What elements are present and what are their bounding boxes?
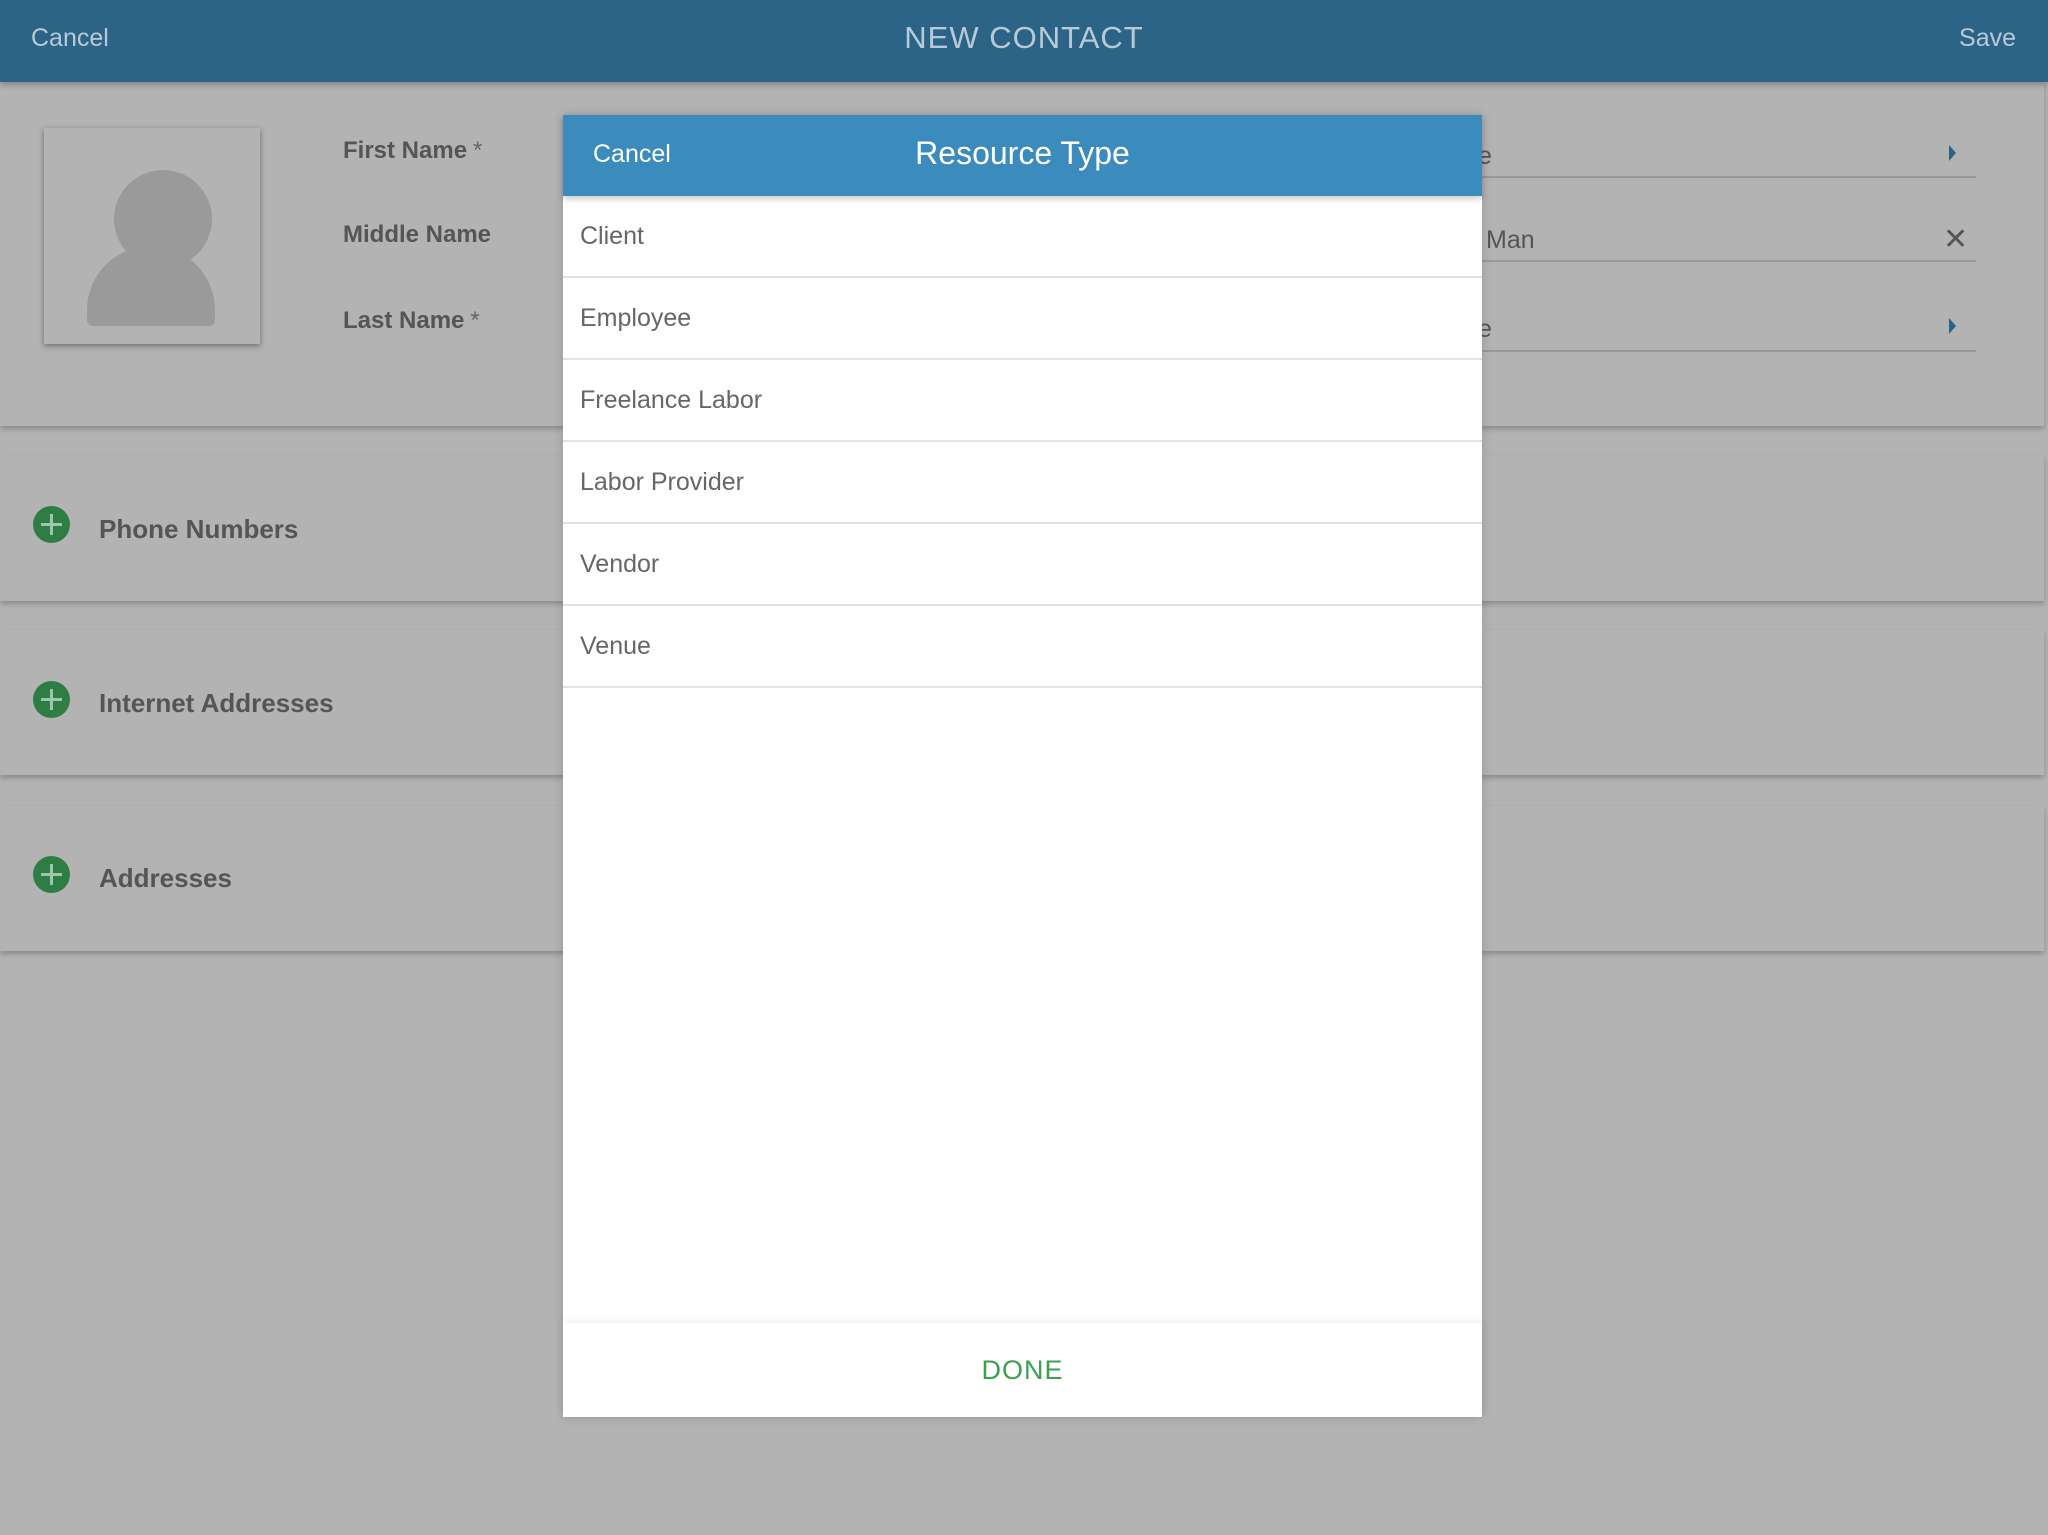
caret-right-icon[interactable] (1949, 145, 1956, 161)
dialog-header: Cancel Resource Type (563, 115, 1482, 196)
done-button[interactable]: DONE (981, 1355, 1063, 1386)
right-field-3-underline[interactable] (1480, 350, 1976, 352)
internet-addresses-label[interactable]: Internet Addresses (99, 688, 334, 719)
add-internet-address-icon[interactable] (33, 681, 70, 718)
right-field-2-value[interactable]: Man (1486, 226, 1535, 255)
dialog-footer: DONE (563, 1323, 1482, 1417)
list-item[interactable]: Employee (563, 278, 1482, 360)
last-name-label: Last Name * (343, 307, 480, 335)
save-button[interactable]: Save (1959, 24, 2016, 53)
list-item[interactable]: Freelance Labor (563, 360, 1482, 442)
list-item[interactable]: Labor Provider (563, 442, 1482, 524)
add-address-icon[interactable] (33, 856, 70, 893)
list-item[interactable]: Vendor (563, 524, 1482, 606)
first-name-label: First Name * (343, 137, 482, 165)
close-icon[interactable]: ✕ (1943, 222, 1968, 257)
phone-numbers-label[interactable]: Phone Numbers (99, 514, 298, 545)
resource-type-list: Client Employee Freelance Labor Labor Pr… (563, 196, 1482, 688)
list-item[interactable]: Venue (563, 606, 1482, 688)
required-mark: * (470, 307, 480, 334)
resource-type-dialog: Cancel Resource Type Client Employee Fre… (563, 115, 1482, 1417)
caret-right-icon[interactable] (1949, 318, 1956, 334)
right-field-1-underline[interactable] (1480, 176, 1976, 178)
page-title: NEW CONTACT (904, 20, 1144, 55)
list-item[interactable]: Client (563, 196, 1482, 278)
required-mark: * (473, 137, 483, 164)
last-name-label-text: Last Name (343, 307, 465, 334)
middle-name-label: Middle Name (343, 221, 492, 248)
avatar[interactable] (44, 128, 260, 344)
dialog-title: Resource Type (915, 135, 1130, 171)
avatar-body-icon (87, 246, 215, 326)
right-field-2-underline[interactable] (1480, 260, 1976, 262)
add-phone-icon[interactable] (33, 506, 70, 543)
top-bar: Cancel NEW CONTACT Save (0, 0, 2048, 82)
addresses-label[interactable]: Addresses (99, 863, 232, 894)
first-name-label-text: First Name (343, 137, 468, 164)
